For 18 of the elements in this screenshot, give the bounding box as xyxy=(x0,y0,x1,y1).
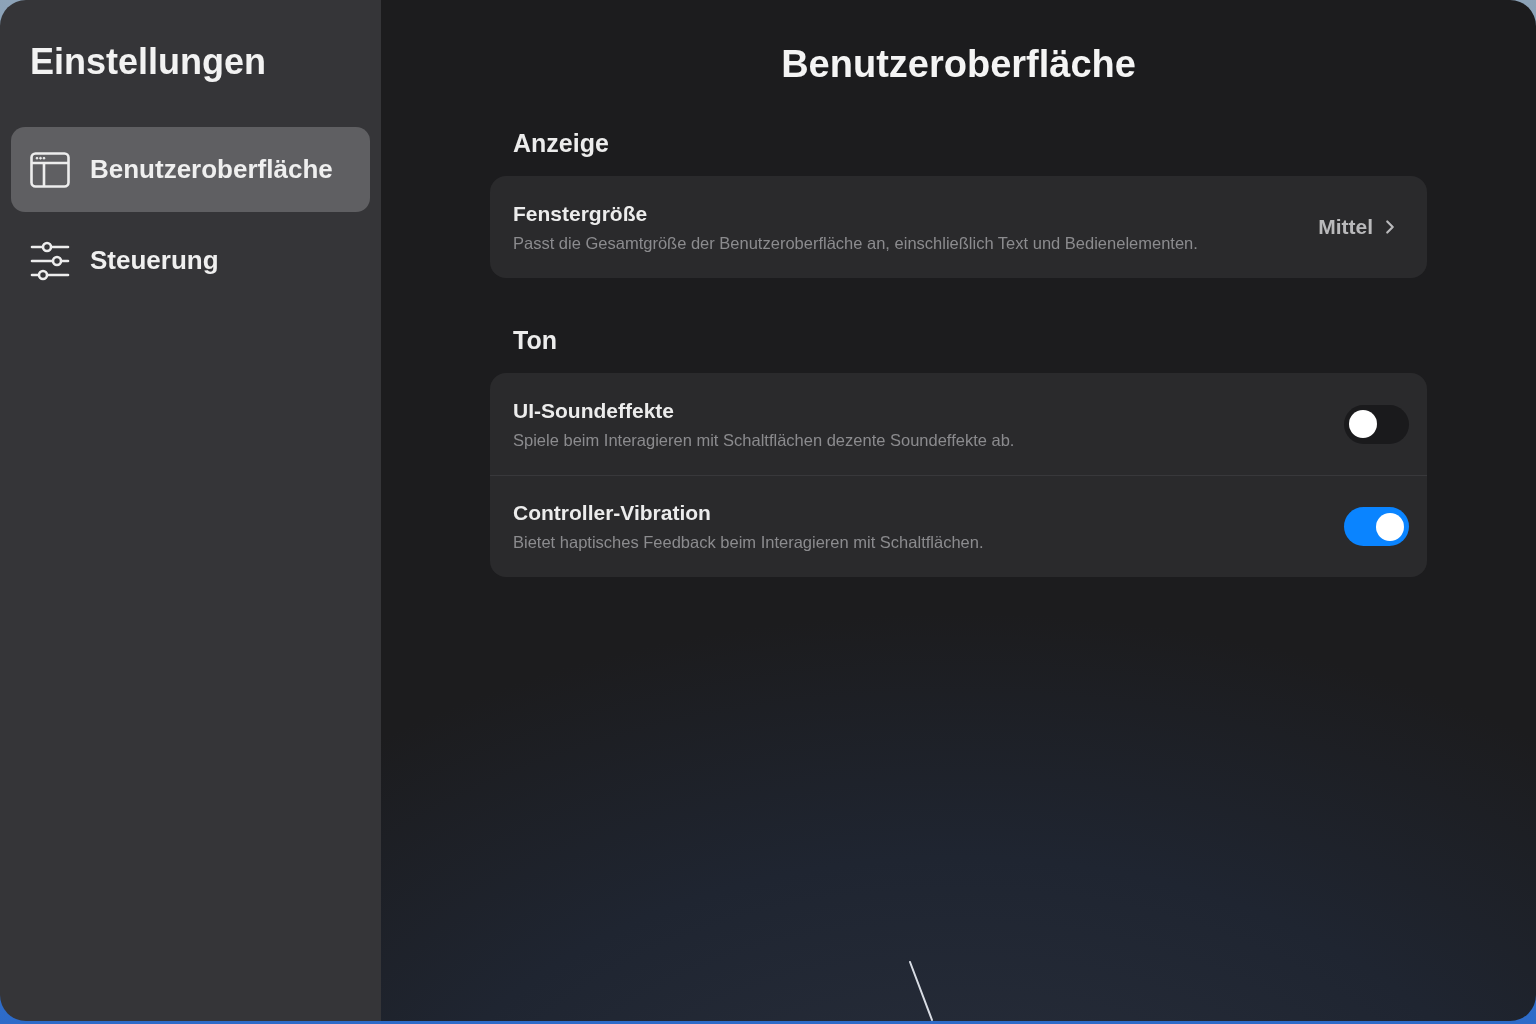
setting-title: Controller-Vibration xyxy=(513,500,712,526)
section-title: Ton xyxy=(512,325,558,355)
light-streak xyxy=(908,961,934,1021)
sliders-icon xyxy=(30,240,70,281)
sidebar-item[interactable]: Steuerung xyxy=(11,218,370,303)
sidebar-item[interactable]: Benutzeroberfläche xyxy=(11,127,370,212)
setting-description: Spiele beim Interagieren mit Schaltflächen dezente Soundeffekte ab. xyxy=(513,429,1015,451)
section-title: Anzeige xyxy=(512,128,610,158)
toggle-switch[interactable] xyxy=(1344,507,1409,546)
layout-window-icon xyxy=(30,151,70,188)
page-title: Benutzeroberfläche xyxy=(781,42,1136,86)
setting-title: Fenstergröße xyxy=(513,200,649,227)
toggle-switch[interactable] xyxy=(1344,404,1409,444)
setting-description: Bietet haptisches Feedback beim Interagieren mit Schaltflächen. xyxy=(513,532,984,553)
setting-title: UI-Soundeffekte xyxy=(513,397,675,424)
setting-description: Passt die Gesamtgröße der Benutzeroberfläche an, einschließlich Text und Bedienelementen. xyxy=(513,232,1198,254)
sidebar-title: Einstellungen xyxy=(30,40,268,84)
value-selector[interactable]: Mittel xyxy=(1318,211,1409,243)
